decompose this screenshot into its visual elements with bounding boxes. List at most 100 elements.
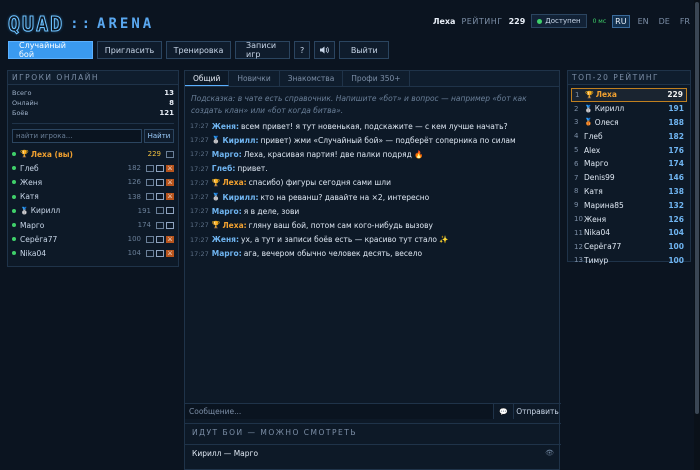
rank: 6: [574, 159, 579, 168]
player-row[interactable]: Глеб 182 ⚔: [12, 161, 174, 175]
message-text: ух, а тут и записи боёв есть — красиво т…: [241, 235, 449, 245]
stats-icon[interactable]: [156, 221, 164, 229]
rating-row[interactable]: 4 Глеб 182: [571, 129, 687, 143]
rating-row[interactable]: 6 Марго 174: [571, 157, 687, 171]
message-time: 17:27: [190, 249, 209, 258]
rating-row[interactable]: 2 🥈 Кирилл 191: [571, 102, 687, 116]
player-row[interactable]: Катя 138 ⚔: [12, 190, 174, 204]
stats-icon[interactable]: [146, 164, 154, 172]
rank: 9: [574, 201, 579, 210]
message-author[interactable]: Женя:: [212, 235, 239, 244]
player-search-input[interactable]: [12, 129, 142, 143]
player-search-button[interactable]: Найти: [144, 129, 174, 143]
challenge-icon[interactable]: ⚔: [166, 164, 174, 172]
tab-dating[interactable]: Знакомства: [280, 71, 344, 86]
message-author[interactable]: Леха:: [222, 178, 246, 187]
player-name: Кирилл: [30, 206, 61, 216]
lang-en[interactable]: EN: [636, 16, 651, 27]
player-list: 🏆 Леха (вы) 229 Глеб 182 ⚔ Женя 126 ⚔ Кат…: [8, 147, 178, 261]
exit-button[interactable]: Выйти: [339, 41, 390, 59]
eye-icon[interactable]: 👁: [545, 449, 554, 458]
challenge-icon[interactable]: ⚔: [166, 178, 174, 186]
stats-icon[interactable]: [146, 235, 154, 243]
lang-de[interactable]: DE: [657, 16, 672, 27]
stats-icon[interactable]: [156, 207, 164, 215]
stats-icon[interactable]: [146, 178, 154, 186]
message-author[interactable]: Марго:: [212, 249, 242, 258]
rating-label: РЕЙТИНГ: [461, 16, 503, 26]
rating-row[interactable]: 8 Катя 138: [571, 185, 687, 199]
rating-row[interactable]: 5 Alex 176: [571, 143, 687, 157]
medal-icon: 🥈: [20, 206, 29, 215]
lang-ru[interactable]: RU: [612, 14, 630, 28]
challenge-icon[interactable]: ⚔: [166, 249, 174, 257]
stats-icon[interactable]: [146, 249, 154, 257]
rating-row[interactable]: 13 Тимур 100: [571, 254, 687, 268]
status-label: Доступен: [545, 17, 581, 25]
message-author[interactable]: Марго:: [212, 150, 242, 159]
mail-icon[interactable]: [166, 207, 174, 215]
player-row[interactable]: Nika04 104 ⚔: [12, 246, 174, 260]
speech-bubble-icon: 💬: [499, 407, 508, 416]
training-button[interactable]: Тренировка: [166, 41, 231, 59]
sound-button[interactable]: [314, 41, 336, 59]
send-button[interactable]: Отправить: [513, 404, 561, 419]
player-row[interactable]: Серёга77 100 ⚔: [12, 232, 174, 246]
lang-fr[interactable]: FR: [678, 16, 692, 27]
player-row[interactable]: 🥈 Кирилл 191: [12, 204, 174, 218]
challenge-icon[interactable]: ⚔: [166, 193, 174, 201]
player-row[interactable]: Марго 174: [12, 218, 174, 232]
status-dropdown[interactable]: Доступен: [531, 14, 587, 28]
tab-general[interactable]: Общий: [185, 71, 230, 86]
rating-name: Марина85: [584, 200, 624, 210]
divider: [12, 123, 174, 124]
mail-icon[interactable]: [156, 164, 164, 172]
rating-row[interactable]: 9 Марина85 132: [571, 198, 687, 212]
message-text: я в деле, зови: [243, 206, 300, 216]
recordings-button[interactable]: Записи игр: [235, 41, 290, 59]
mail-icon[interactable]: [156, 249, 164, 257]
player-name: Женя: [20, 177, 43, 187]
player-row[interactable]: Женя 126 ⚔: [12, 175, 174, 189]
tab-newbies[interactable]: Новички: [229, 71, 280, 86]
mail-icon[interactable]: [156, 235, 164, 243]
rating-row[interactable]: 10 Женя 126: [571, 212, 687, 226]
rating-score: 146: [668, 173, 684, 183]
help-button[interactable]: ?: [294, 41, 311, 59]
rating-row[interactable]: 3 🥉 Олеся 188: [571, 116, 687, 130]
online-dot-icon: [12, 223, 16, 228]
username[interactable]: Леха: [433, 17, 456, 26]
rating-row[interactable]: 1 🏆 Леха 229: [571, 88, 687, 102]
mail-icon[interactable]: [166, 221, 174, 229]
live-battle-row[interactable]: Кирилл — Марго 👁: [185, 444, 561, 458]
page-scrollbar[interactable]: [694, 0, 700, 470]
message-text: привет.: [237, 164, 268, 174]
trophy-icon: 🏆: [20, 150, 29, 159]
message-author[interactable]: Глеб:: [212, 164, 236, 173]
message-author[interactable]: Женя:: [212, 122, 239, 131]
emoji-button[interactable]: 💬: [493, 404, 513, 419]
stats-icon[interactable]: [166, 150, 174, 158]
mail-icon[interactable]: [156, 193, 164, 201]
message-text: гляну ваш бой, потом сам кого-нибудь выз…: [248, 220, 433, 230]
message-author[interactable]: Кирилл:: [222, 136, 258, 145]
message-author[interactable]: Марго:: [212, 207, 242, 216]
rating-row[interactable]: 11 Nika04 104: [571, 226, 687, 240]
message-author[interactable]: Кирилл:: [222, 193, 258, 202]
rating-row[interactable]: 12 Серёга77 100: [571, 240, 687, 254]
stats-icon[interactable]: [146, 193, 154, 201]
player-row[interactable]: 🏆 Леха (вы) 229: [12, 147, 174, 161]
tab-pro[interactable]: Профи 350+: [343, 71, 410, 86]
invite-button[interactable]: Пригласить: [97, 41, 162, 59]
challenge-icon[interactable]: ⚔: [166, 235, 174, 243]
chat-message-input[interactable]: [185, 404, 493, 419]
rating-row[interactable]: 7 Denis99 146: [571, 171, 687, 185]
mail-icon[interactable]: [156, 178, 164, 186]
scrollbar-thumb[interactable]: [695, 2, 699, 414]
player-rating: 174: [137, 221, 151, 230]
random-battle-button[interactable]: Случайный бой: [8, 41, 93, 59]
rating-score: 176: [668, 145, 684, 155]
trophy-icon: 🏆: [585, 90, 594, 99]
logo: QUAD :: ARENA: [7, 12, 154, 37]
message-author[interactable]: Леха:: [222, 221, 246, 230]
